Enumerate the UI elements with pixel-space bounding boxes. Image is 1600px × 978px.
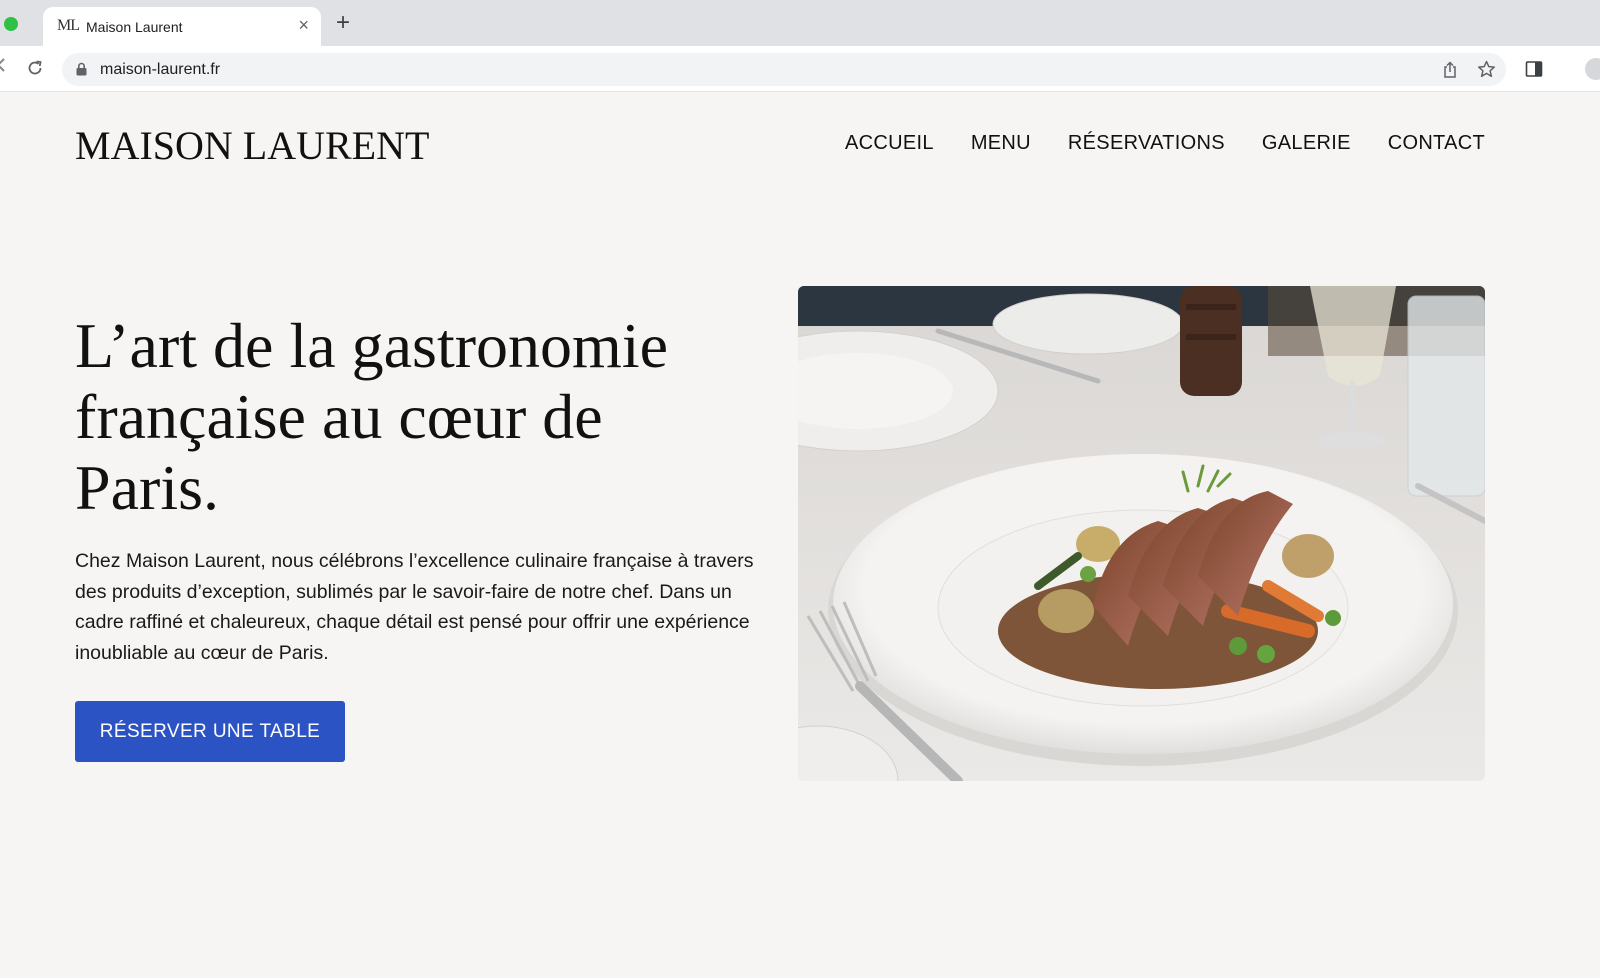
star-icon[interactable]: [1477, 60, 1496, 84]
site-favicon-icon: ML: [57, 17, 80, 34]
reload-icon[interactable]: [26, 59, 44, 82]
hero-title-line: L’art de la gastronomie: [75, 310, 668, 381]
hero-dish-photo: [798, 286, 1485, 781]
window-maximize-button[interactable]: [4, 17, 18, 31]
website-viewport: MAISON LAURENT ACCUEIL MENU RÉSERVATIONS…: [0, 92, 1600, 978]
nav-link-contact[interactable]: CONTACT: [1388, 132, 1485, 155]
hero-title-line: française au cœur de: [75, 381, 603, 452]
address-bar[interactable]: maison-laurent.fr: [62, 53, 1506, 86]
hero-description: Chez Maison Laurent, nous célébrons l’ex…: [75, 550, 754, 664]
profile-icon[interactable]: [1585, 58, 1600, 80]
hero-title-line: Paris.: [75, 452, 219, 523]
url-text[interactable]: maison-laurent.fr: [100, 61, 220, 79]
reserve-table-button[interactable]: RÉSERVER UNE TABLE: [75, 701, 345, 762]
back-arrow-icon[interactable]: [0, 58, 6, 77]
site-logo[interactable]: MAISON LAURENT: [75, 122, 429, 169]
tab-title: Maison Laurent: [86, 19, 183, 35]
nav-link-galerie[interactable]: GALERIE: [1262, 132, 1351, 155]
nav-link-menu[interactable]: MENU: [971, 132, 1031, 155]
nav-link-reservations[interactable]: RÉSERVATIONS: [1068, 132, 1225, 155]
main-navigation: ACCUEIL MENU RÉSERVATIONS GALERIE CONTAC…: [845, 132, 1485, 155]
hero-title: L’art de la gastronomie française au cœu…: [75, 310, 775, 523]
browser-tab[interactable]: ML Maison Laurent ×: [43, 7, 321, 47]
new-tab-button[interactable]: +: [336, 11, 350, 35]
side-panel-icon[interactable]: [1525, 60, 1543, 83]
share-icon[interactable]: [1442, 61, 1458, 84]
browser-tab-strip: ML Maison Laurent × +: [0, 0, 1600, 47]
lock-icon[interactable]: [76, 62, 87, 81]
nav-link-accueil[interactable]: ACCUEIL: [845, 132, 934, 155]
browser-toolbar: maison-laurent.fr: [0, 46, 1600, 92]
tab-close-button[interactable]: ×: [298, 15, 309, 35]
